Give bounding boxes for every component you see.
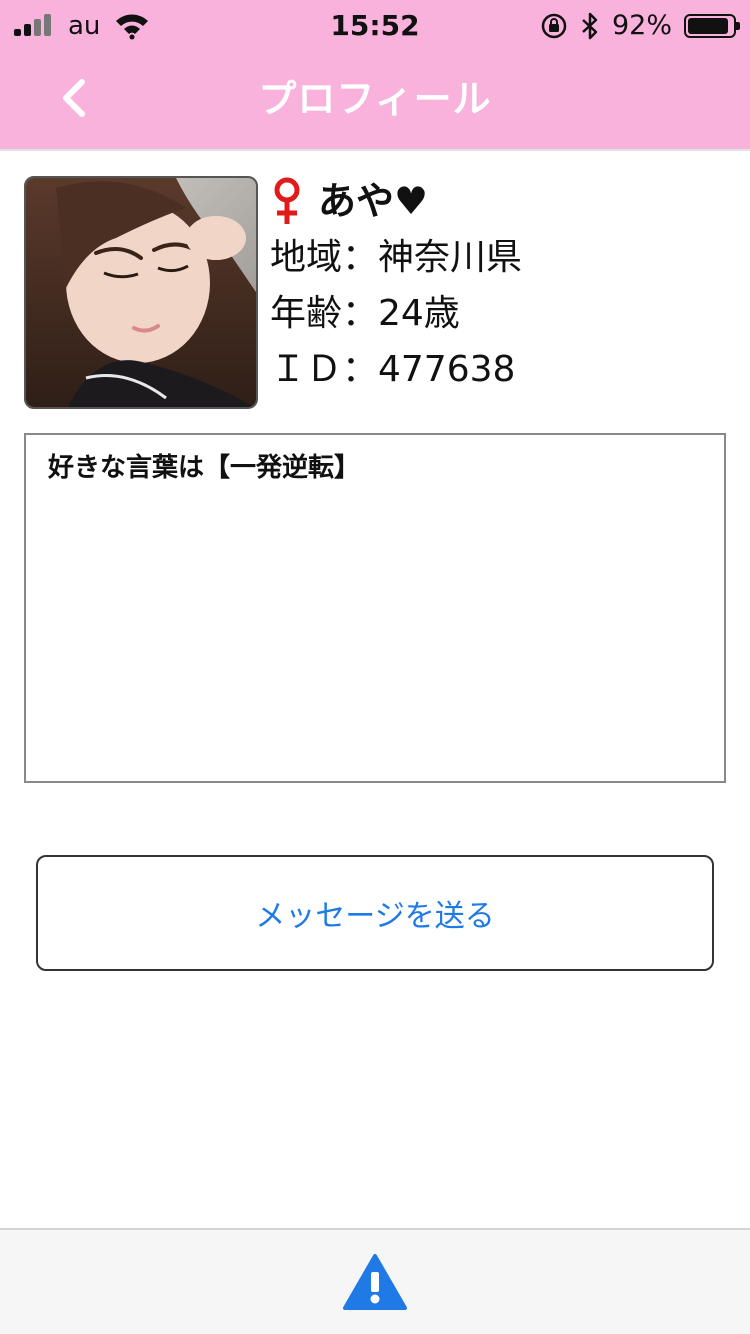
- battery-icon: [684, 14, 740, 38]
- profile-photo: [24, 176, 258, 409]
- status-right: 92%: [540, 8, 740, 44]
- page-title: プロフィール: [258, 77, 492, 121]
- orientation-lock-icon: [541, 13, 567, 39]
- female-symbol-icon: [274, 177, 300, 224]
- profile-name: あや♥: [318, 179, 429, 223]
- profile-age: 年齢：24歳: [270, 293, 460, 334]
- profile-bio-box: 好きな言葉は【一発逆転】: [24, 433, 726, 783]
- profile-info: あや♥ 地域：神奈川県 年齢：24歳 ＩＤ：477638: [270, 172, 730, 398]
- bluetooth-icon: [582, 12, 598, 40]
- battery-fill: [688, 18, 729, 34]
- name-row: あや♥: [270, 172, 730, 230]
- navigation-header: au 15:52 92% プロフィール: [0, 0, 750, 151]
- battery-percentage: 92%: [611, 10, 672, 41]
- profile-region: 地域：神奈川県: [270, 237, 523, 278]
- bottom-toolbar: [0, 1228, 750, 1334]
- status-bar: au 15:52 92%: [0, 0, 750, 52]
- profile-photo-image: [26, 178, 256, 407]
- profile-id: ＩＤ：477638: [270, 349, 516, 390]
- warning-icon[interactable]: [342, 1252, 408, 1312]
- send-message-button[interactable]: メッセージを送る: [36, 855, 714, 971]
- profile-bio-text: 好きな言葉は【一発逆転】: [48, 453, 361, 483]
